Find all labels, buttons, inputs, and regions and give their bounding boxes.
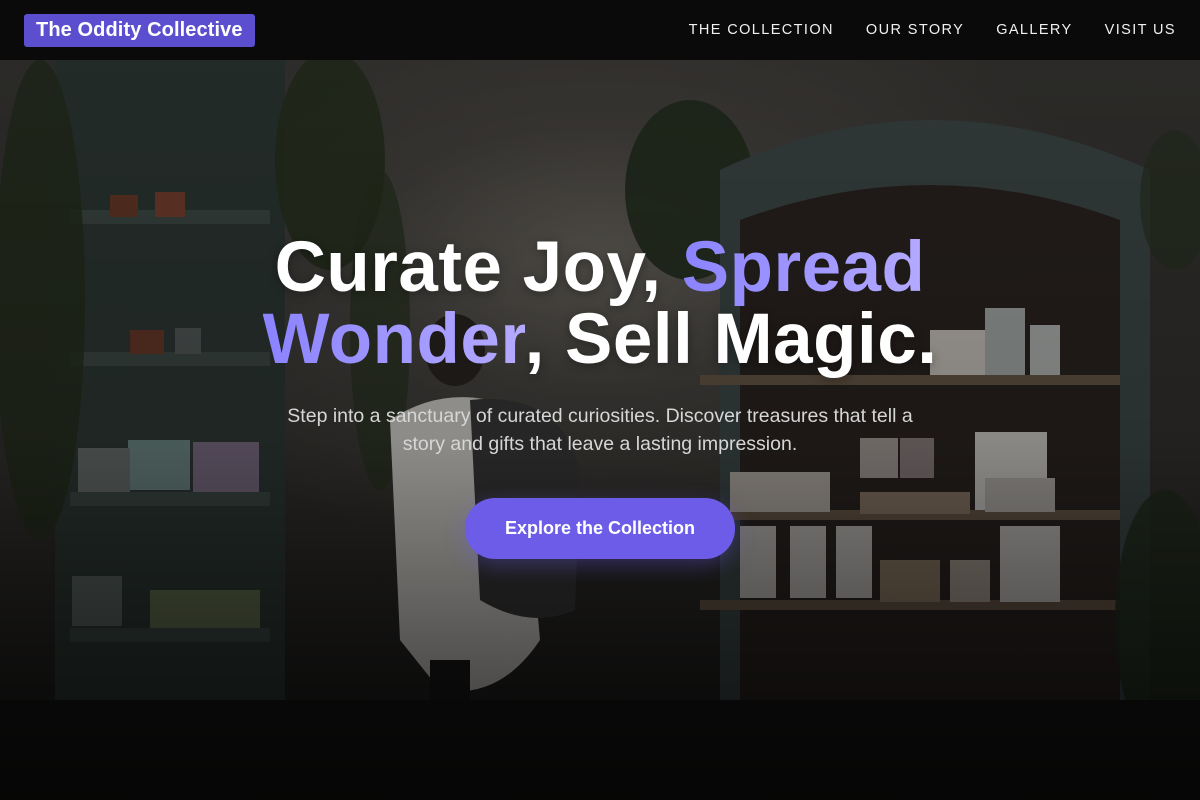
nav-link-the-collection[interactable]: THE COLLECTION	[689, 22, 834, 38]
explore-collection-button[interactable]: Explore the Collection	[464, 498, 736, 559]
nav-item-gallery: GALLERY	[996, 21, 1072, 39]
nav-link-gallery[interactable]: GALLERY	[996, 22, 1072, 38]
nav-link-visit-us[interactable]: VISIT US	[1105, 22, 1176, 38]
brand-logo-link[interactable]: The Oddity Collective	[24, 13, 255, 47]
hero-section: Curate Joy, Spread Wonder, Sell Magic. St…	[0, 232, 1200, 559]
nav-item-visit-us: VISIT US	[1105, 21, 1176, 39]
nav-item-collection: THE COLLECTION	[689, 21, 834, 39]
hero-subtitle: Step into a sanctuary of curated curiosi…	[287, 405, 913, 455]
hero-headline: Curate Joy, Spread Wonder, Sell Magic.	[0, 232, 1200, 376]
headline-accent-spread: Spread	[681, 228, 926, 307]
nav-links: THE COLLECTION OUR STORY GALLERY VISIT U…	[689, 21, 1176, 39]
headline-accent-wonder: Wonder	[262, 300, 525, 379]
headline-part-1: Curate Joy,	[274, 228, 682, 307]
nav-link-our-story[interactable]: OUR STORY	[866, 22, 964, 38]
headline-part-2: , Sell Magic.	[524, 300, 938, 379]
top-nav-bar: The Oddity Collective THE COLLECTION OUR…	[0, 0, 1200, 60]
nav-item-our-story: OUR STORY	[866, 21, 964, 39]
